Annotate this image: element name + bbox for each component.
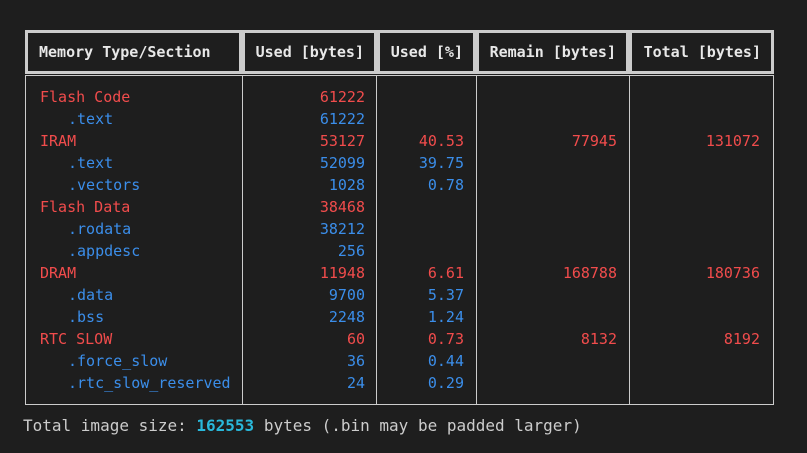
- used-bytes-cell: 38468: [319, 198, 365, 216]
- total-bytes-cell: 131072: [705, 132, 760, 150]
- table-row: Flash Code 61222: [25, 86, 774, 108]
- table-row: Flash Data 38468: [25, 196, 774, 218]
- used-bytes-cell: 61222: [319, 88, 365, 106]
- used-bytes-cell: 1028: [328, 176, 365, 194]
- total-bytes-cell: 8192: [723, 330, 760, 348]
- section-name: .text: [68, 110, 114, 128]
- table-row: .text 61222: [25, 108, 774, 130]
- used-bytes-cell: 24: [346, 374, 365, 392]
- remain-bytes-cell: 168788: [562, 264, 617, 282]
- table-row: IRAM 53127 40.53 77945 131072: [25, 130, 774, 152]
- used-percent-cell: 0.78: [427, 176, 464, 194]
- section-name: .rodata: [68, 220, 132, 238]
- header-memory-type: Memory Type/Section: [25, 30, 242, 74]
- region-name: Flash Code: [40, 88, 131, 106]
- used-bytes-cell: 53127: [319, 132, 365, 150]
- used-percent-cell: 40.53: [418, 132, 464, 150]
- region-name: Flash Data: [40, 198, 131, 216]
- used-bytes-cell: 9700: [328, 286, 365, 304]
- section-name: .force_slow: [68, 352, 168, 370]
- header-remain-bytes: Remain [bytes]: [476, 30, 629, 74]
- used-bytes-cell: 11948: [319, 264, 365, 282]
- memory-usage-table: Memory Type/Section Used [bytes] Used [%…: [25, 30, 774, 405]
- remain-bytes-cell: 77945: [571, 132, 617, 150]
- section-name: .vectors: [68, 176, 141, 194]
- table-row: .rodata 38212: [25, 218, 774, 240]
- used-percent-cell: 5.37: [427, 286, 464, 304]
- section-name: .rtc_slow_reserved: [68, 374, 231, 392]
- used-bytes-cell: 36: [346, 352, 365, 370]
- used-bytes-cell: 52099: [319, 154, 365, 172]
- used-percent-cell: 1.24: [427, 308, 464, 326]
- table-rows: Flash Code 61222 .text 61222 IRAM 53127 40.53 7…: [25, 86, 774, 394]
- section-name: .appdesc: [68, 242, 141, 260]
- table-row: .rtc_slow_reserved 24 0.29: [25, 372, 774, 394]
- used-percent-cell: 0.29: [427, 374, 464, 392]
- used-bytes-cell: 61222: [319, 110, 365, 128]
- used-percent-cell: 6.61: [427, 264, 464, 282]
- used-bytes-cell: 38212: [319, 220, 365, 238]
- table-row: .appdesc 256: [25, 240, 774, 262]
- used-bytes-cell: 60: [346, 330, 365, 348]
- table-row: .force_slow 36 0.44: [25, 350, 774, 372]
- table-row: .vectors 1028 0.78: [25, 174, 774, 196]
- region-name: IRAM: [40, 132, 77, 150]
- table-row: .bss 2248 1.24: [25, 306, 774, 328]
- header-used-percent: Used [%]: [377, 30, 476, 74]
- section-name: .text: [68, 154, 114, 172]
- table-row: .text 52099 39.75: [25, 152, 774, 174]
- region-name: DRAM: [40, 264, 77, 282]
- total-bytes-cell: 180736: [705, 264, 760, 282]
- used-percent-cell: 39.75: [418, 154, 464, 172]
- table-row: RTC SLOW 60 0.73 8132 8192: [25, 328, 774, 350]
- used-percent-cell: 0.44: [427, 352, 464, 370]
- total-image-size-value: 162553: [196, 416, 255, 435]
- remain-bytes-cell: 8132: [580, 330, 617, 348]
- footer-prefix: Total image size:: [23, 416, 197, 435]
- table-row: DRAM 11948 6.61 168788 180736: [25, 262, 774, 284]
- header-used-bytes: Used [bytes]: [242, 30, 377, 74]
- used-bytes-cell: 256: [337, 242, 365, 260]
- total-image-size-line: Total image size: 162553 bytes (.bin may…: [23, 416, 582, 435]
- region-name: RTC SLOW: [40, 330, 113, 348]
- section-name: .bss: [68, 308, 105, 326]
- used-percent-cell: 0.73: [427, 330, 464, 348]
- table-row: .data 9700 5.37: [25, 284, 774, 306]
- section-name: .data: [68, 286, 114, 304]
- header-total-bytes: Total [bytes]: [629, 30, 774, 74]
- footer-suffix: bytes (.bin may be padded larger): [254, 416, 582, 435]
- used-bytes-cell: 2248: [328, 308, 365, 326]
